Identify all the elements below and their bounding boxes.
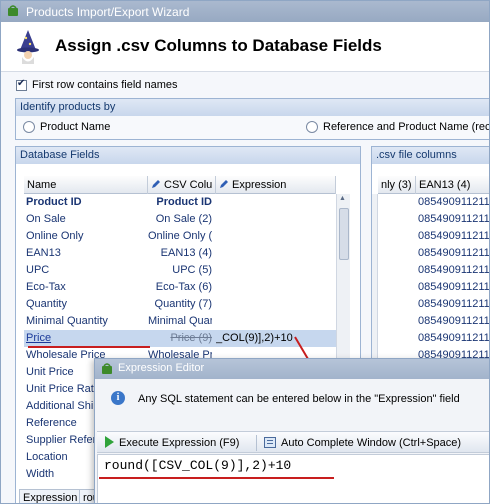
table-row[interactable]: Minimal Quantity Minimal Quan: [24, 313, 336, 330]
column-header-expression-label: Expression: [232, 179, 287, 191]
cell-name: UPC: [26, 264, 50, 276]
cell-expr: [216, 279, 334, 296]
radio-product-name-label: Product Name: [40, 121, 111, 133]
csv-cell[interactable]: 085490911211: [418, 245, 489, 262]
app-icon: [102, 363, 112, 374]
auto-complete-window-button[interactable]: Auto Complete Window (Ctrl+Space): [264, 432, 461, 454]
scrollbar-thumb[interactable]: [339, 208, 349, 260]
cell-csv: Eco-Tax (6): [155, 281, 212, 293]
csv-columns-title: .csv file columns: [372, 147, 489, 164]
csv-cell[interactable]: 085490911211: [418, 194, 489, 211]
cell-expr: [216, 228, 334, 245]
table-row[interactable]: UPC UPC (5): [24, 262, 336, 279]
csv-column-header-ean13[interactable]: EAN13 (4): [416, 176, 489, 194]
expression-toolbar: Execute Expression (F9) Auto Complete Wi…: [97, 431, 489, 454]
toolbar-separator: [256, 435, 257, 451]
wizard-icon: [17, 30, 39, 64]
cell-csv: Price (9): [170, 332, 212, 344]
cell-csv: Online Only (: [148, 230, 212, 242]
cell-csv: Product ID: [156, 196, 212, 208]
pencil-icon: [152, 180, 160, 188]
table-row[interactable]: Price Price (9) _COL(9)],2)+10: [24, 330, 336, 347]
csv-cell[interactable]: 085490911211: [418, 211, 489, 228]
cell-name: On Sale: [26, 213, 66, 225]
expression-code: round([CSV_COL(9)],2)+10: [104, 458, 292, 473]
radio-reference-product-name-label: Reference and Product Name (reco: [323, 121, 490, 133]
cell-csv: EAN13 (4): [160, 247, 212, 259]
window-icon: [264, 437, 276, 448]
csv-cell[interactable]: 085490911211: [418, 262, 489, 279]
cell-name: Minimal Quantity: [26, 315, 108, 327]
expression-highlight-line: [99, 477, 334, 479]
table-row[interactable]: On Sale On Sale (2): [24, 211, 336, 228]
cell-name: Quantity: [26, 298, 67, 310]
expression-editor-title-bar: Expression Editor: [95, 359, 489, 379]
csv-cell[interactable]: 085490911211: [418, 313, 489, 330]
radio-product-name[interactable]: [23, 121, 35, 133]
cell-csv: Quantity (7): [154, 298, 212, 310]
cell-expr: [216, 245, 334, 262]
wizard-window: Products Import/Export Wizard Assign .cs…: [0, 0, 490, 504]
csv-column-header-online[interactable]: nly (3): [378, 176, 416, 194]
csv-cell[interactable]: 085490911211: [418, 330, 489, 347]
csv-columns-header: nly (3) EAN13 (4): [378, 176, 489, 194]
expression-editor-dialog: Expression Editor i Any SQL statement ca…: [94, 358, 489, 503]
expression-editor-title: Expression Editor: [118, 362, 205, 374]
cell-csv: On Sale (2): [155, 213, 212, 225]
cell-csv: UPC (5): [172, 264, 212, 276]
play-icon: [105, 436, 114, 448]
cell-expr: [216, 211, 334, 228]
expression-code-editor[interactable]: round([CSV_COL(9)],2)+10: [97, 454, 489, 503]
column-header-expression[interactable]: Expression: [216, 176, 336, 194]
database-fields-header: Name CSV Colu Expression: [24, 176, 336, 194]
identify-products-title: Identify products by: [16, 99, 489, 116]
csv-column-header-ean13-label: EAN13 (4): [419, 179, 471, 191]
price-highlight-line: [28, 346, 150, 348]
app-icon: [8, 5, 18, 16]
csv-cell[interactable]: 085490911211: [418, 279, 489, 296]
wizard-header: Assign .csv Columns to Database Fields: [1, 22, 489, 72]
first-row-checkbox-label: First row contains field names: [32, 79, 178, 91]
execute-expression-label: Execute Expression (F9): [119, 437, 240, 449]
column-header-csv-column[interactable]: CSV Colu: [148, 176, 216, 194]
table-row[interactable]: Product ID Product ID: [24, 194, 336, 211]
table-row[interactable]: EAN13 EAN13 (4): [24, 245, 336, 262]
cell-csv: Minimal Quan: [148, 315, 212, 327]
scroll-up-icon[interactable]: ▲: [339, 195, 346, 202]
expression-info-text: Any SQL statement can be entered below i…: [138, 393, 460, 405]
page-title: Assign .csv Columns to Database Fields: [55, 36, 382, 55]
execute-expression-button[interactable]: Execute Expression (F9): [105, 432, 239, 454]
cell-expr: [216, 262, 334, 279]
table-row[interactable]: Online Only Online Only (: [24, 228, 336, 245]
cell-name: Online Only: [26, 230, 84, 242]
csv-column-header-online-label: nly (3): [381, 179, 412, 191]
csv-cell[interactable]: 085490911211: [418, 296, 489, 313]
cell-name: Eco-Tax: [26, 281, 66, 293]
auto-complete-window-label: Auto Complete Window (Ctrl+Space): [281, 437, 462, 449]
info-icon: i: [111, 391, 125, 405]
first-row-checkbox-row[interactable]: ✔ First row contains field names: [16, 77, 178, 93]
first-row-checkbox[interactable]: ✔: [16, 77, 27, 91]
table-row[interactable]: Quantity Quantity (7): [24, 296, 336, 313]
title-bar: Products Import/Export Wizard: [1, 1, 489, 22]
cell-name: EAN13: [26, 247, 61, 259]
check-icon: ✔: [17, 77, 26, 89]
window-title: Products Import/Export Wizard: [26, 5, 190, 19]
cell-name: Product ID: [26, 196, 82, 208]
cell-expr: [216, 296, 334, 313]
column-header-csv-label: CSV Colu: [164, 179, 213, 191]
pencil-icon: [220, 180, 228, 188]
identify-products-group: Identify products by Product Name Refere…: [15, 98, 490, 140]
database-fields-title: Database Fields: [16, 147, 360, 164]
column-header-name[interactable]: Name: [24, 176, 148, 194]
table-row[interactable]: Eco-Tax Eco-Tax (6): [24, 279, 336, 296]
cell-expr: [216, 313, 334, 330]
csv-cell[interactable]: 085490911211: [418, 228, 489, 245]
tab-expression[interactable]: Expression: [19, 489, 82, 503]
column-header-name-label: Name: [27, 179, 57, 191]
cell-name: Price: [26, 332, 52, 344]
cell-expr: [216, 194, 334, 211]
radio-reference-product-name[interactable]: [306, 121, 318, 133]
